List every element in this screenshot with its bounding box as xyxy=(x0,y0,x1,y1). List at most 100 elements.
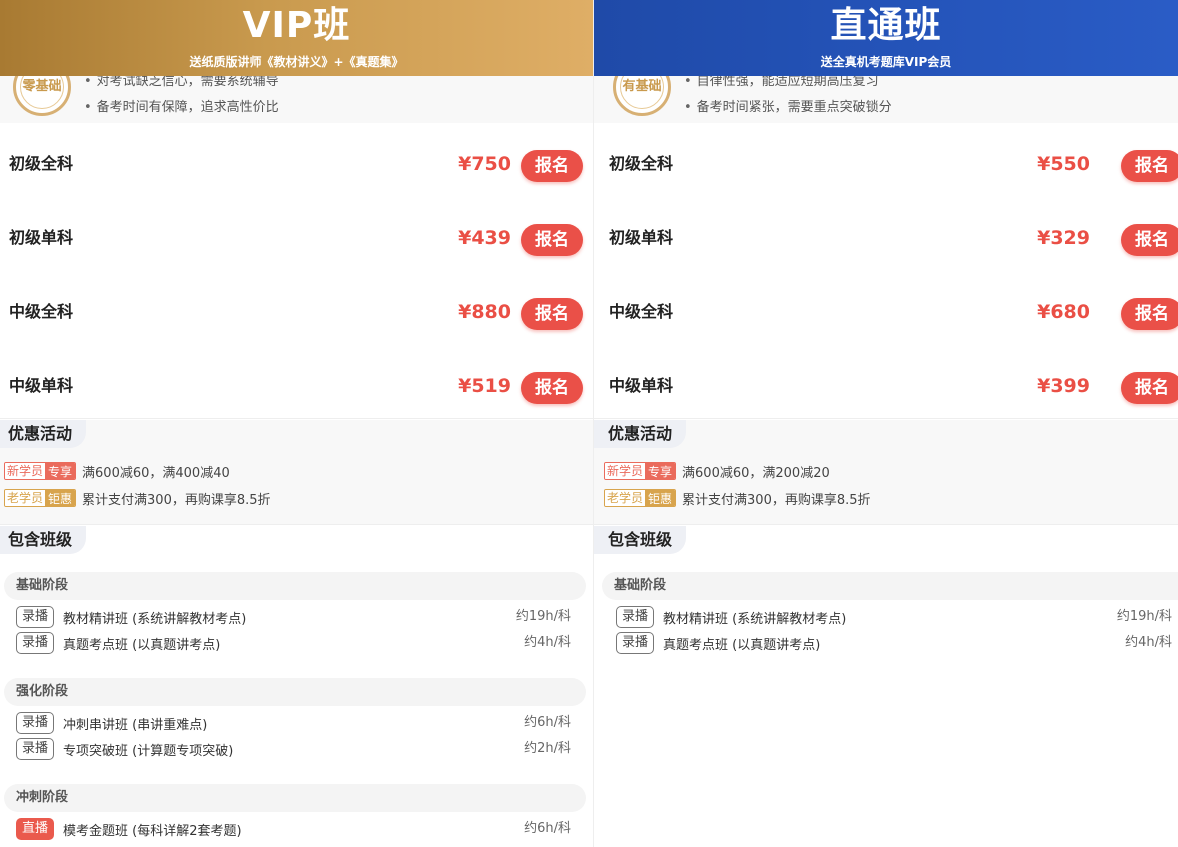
recorded-badge: 录播 xyxy=(616,632,655,654)
lesson-row: 录播 教材精讲班 (系统讲解教材考点) xyxy=(616,606,846,628)
recorded-badge: 录播 xyxy=(16,606,55,628)
course-price: ¥880 xyxy=(458,301,511,323)
course-name: 初级单科 xyxy=(9,228,74,247)
plan-direct: 直通班 送全真机考题库VIP会员 有基础 自律性强，能适应短期高压复习 备考时间… xyxy=(594,0,1178,847)
tag-label: 新学员 xyxy=(5,463,46,479)
price-row: 初级单科 ¥329 报名 xyxy=(594,197,1178,271)
lesson-duration: 约6h/科 xyxy=(524,715,571,730)
promo-text: 累计支付满300，再购课享8.5折 xyxy=(82,492,271,508)
plan-subtitle: 送纸质版讲师《教材讲义》+《真题集》 xyxy=(189,55,404,69)
promo-line: 新学员 专享 满600减60，满400减40 xyxy=(4,462,230,481)
lesson-duration: 约2h/科 xyxy=(524,741,571,756)
level-seal-icon: 有基础 xyxy=(613,76,671,116)
enroll-button[interactable]: 报名 xyxy=(521,224,583,256)
audience-item: 备考时间紧张，需要重点突破锁分 xyxy=(684,95,892,121)
included-classes-section: 包含班级 基础阶段 录播 教材精讲班 (系统讲解教材考点) 约19h/科 录播 … xyxy=(0,526,593,847)
enroll-button[interactable]: 报名 xyxy=(521,298,583,330)
course-price: ¥519 xyxy=(458,375,511,397)
lesson-duration: 约19h/科 xyxy=(1116,609,1172,624)
enroll-button[interactable]: 报名 xyxy=(521,372,583,404)
old-student-tag: 老学员 钜惠 xyxy=(4,489,77,507)
stage-name: 基础阶段 xyxy=(16,578,69,593)
tag-label: 新学员 xyxy=(605,463,646,479)
price-row: 中级全科 ¥880 报名 xyxy=(0,271,593,345)
promo-text: 满600减60，满400减40 xyxy=(82,465,230,481)
promo-line: 老学员 钜惠 累计支付满300，再购课享8.5折 xyxy=(604,489,871,508)
course-name: 中级单科 xyxy=(609,376,674,395)
promo-text: 满600减60，满200减20 xyxy=(682,465,830,481)
lesson-row: 直播 模考金题班 (每科详解2套考题) xyxy=(16,818,242,840)
price-row: 初级全科 ¥750 报名 xyxy=(0,123,593,197)
enroll-button[interactable]: 报名 xyxy=(1121,372,1178,404)
enroll-button[interactable]: 报名 xyxy=(521,150,583,182)
tag-label: 老学员 xyxy=(5,490,46,506)
plan-vip: VIP班 送纸质版讲师《教材讲义》+《真题集》 零基础 对考试缺乏信心，需要系统… xyxy=(0,0,594,847)
price-list: 初级全科 ¥550 报名 初级单科 ¥329 报名 中级全科 ¥680 报名 中… xyxy=(594,123,1178,419)
audience-list: 自律性强，能适应短期高压复习 备考时间紧张，需要重点突破锁分 xyxy=(684,76,892,121)
plan-header: 直通班 送全真机考题库VIP会员 xyxy=(594,0,1178,76)
new-student-tag: 新学员 专享 xyxy=(4,462,77,480)
price-row: 初级全科 ¥550 报名 xyxy=(594,123,1178,197)
lesson-row: 录播 真题考点班 (以真题讲考点) xyxy=(16,632,220,654)
stage-header: 冲刺阶段 xyxy=(4,784,586,812)
audience-item: 备考时间有保障，追求高性价比 xyxy=(84,95,279,121)
section-title: 包含班级 xyxy=(0,526,87,554)
lesson-row: 录播 教材精讲班 (系统讲解教材考点) xyxy=(16,606,246,628)
enroll-button[interactable]: 报名 xyxy=(1121,224,1178,256)
stage-header: 强化阶段 xyxy=(4,678,586,706)
promo-section: 优惠活动 新学员 专享 满600减60，满400减40 老学员 钜惠 累计支付满… xyxy=(0,420,593,525)
enroll-button[interactable]: 报名 xyxy=(1121,298,1178,330)
stage-name: 强化阶段 xyxy=(16,684,69,699)
stage-header: 基础阶段 xyxy=(4,572,586,600)
lesson-name: 模考金题班 (每科详解2套考题) xyxy=(63,823,242,839)
promo-line: 新学员 专享 满600减60，满200减20 xyxy=(604,462,830,481)
audience-item: 对考试缺乏信心，需要系统辅导 xyxy=(84,76,279,95)
lesson-duration: 约4h/科 xyxy=(1125,635,1172,650)
price-row: 初级单科 ¥439 报名 xyxy=(0,197,593,271)
audience-panel: 零基础 对考试缺乏信心，需要系统辅导 备考时间有保障，追求高性价比 xyxy=(0,76,593,123)
price-row: 中级全科 ¥680 报名 xyxy=(594,271,1178,345)
lesson-duration: 约19h/科 xyxy=(515,609,571,624)
old-student-tag: 老学员 钜惠 xyxy=(604,489,677,507)
price-row: 中级单科 ¥519 报名 xyxy=(0,345,593,419)
course-name: 中级全科 xyxy=(609,302,674,321)
tag-label: 钜惠 xyxy=(45,490,76,506)
tag-label: 专享 xyxy=(645,463,676,479)
lesson-row: 录播 真题考点班 (以真题讲考点) xyxy=(616,632,820,654)
course-name: 初级单科 xyxy=(609,228,674,247)
course-name: 初级全科 xyxy=(9,154,74,173)
tag-label: 钜惠 xyxy=(645,490,676,506)
tag-label: 专享 xyxy=(45,463,76,479)
lesson-name: 真题考点班 (以真题讲考点) xyxy=(663,637,821,653)
course-name: 中级单科 xyxy=(9,376,74,395)
live-badge: 直播 xyxy=(16,818,55,840)
lesson-name: 冲刺串讲班 (串讲重难点) xyxy=(63,717,208,733)
recorded-badge: 录播 xyxy=(616,606,655,628)
lesson-name: 专项突破班 (计算题专项突破) xyxy=(63,743,234,759)
course-comparison: VIP班 送纸质版讲师《教材讲义》+《真题集》 零基础 对考试缺乏信心，需要系统… xyxy=(0,0,1178,847)
seal-label: 零基础 xyxy=(22,79,62,94)
audience-list: 对考试缺乏信心，需要系统辅导 备考时间有保障，追求高性价比 xyxy=(84,76,279,121)
course-price: ¥329 xyxy=(1037,227,1090,249)
section-title: 优惠活动 xyxy=(0,420,87,448)
section-title: 优惠活动 xyxy=(594,420,687,448)
price-row: 中级单科 ¥399 报名 xyxy=(594,345,1178,419)
promo-line: 老学员 钜惠 累计支付满300，再购课享8.5折 xyxy=(4,489,271,508)
plan-title: VIP班 xyxy=(242,5,351,46)
stage-name: 冲刺阶段 xyxy=(16,790,69,805)
section-title: 包含班级 xyxy=(594,526,687,554)
course-name: 初级全科 xyxy=(609,154,674,173)
promo-section: 优惠活动 新学员 专享 满600减60，满200减20 老学员 钜惠 累计支付满… xyxy=(594,420,1178,525)
plan-title: 直通班 xyxy=(830,5,942,46)
enroll-button[interactable]: 报名 xyxy=(1121,150,1178,182)
course-price: ¥439 xyxy=(458,227,511,249)
lesson-name: 教材精讲班 (系统讲解教材考点) xyxy=(63,611,247,627)
course-price: ¥550 xyxy=(1037,153,1090,175)
lesson-duration: 约4h/科 xyxy=(524,635,571,650)
level-seal-icon: 零基础 xyxy=(13,76,71,116)
new-student-tag: 新学员 专享 xyxy=(604,462,677,480)
recorded-badge: 录播 xyxy=(16,712,55,734)
seal-label: 有基础 xyxy=(622,79,662,94)
price-list: 初级全科 ¥750 报名 初级单科 ¥439 报名 中级全科 ¥880 报名 中… xyxy=(0,123,593,419)
included-classes-section: 包含班级 基础阶段 录播 教材精讲班 (系统讲解教材考点) 约19h/科 录播 … xyxy=(594,526,1178,847)
